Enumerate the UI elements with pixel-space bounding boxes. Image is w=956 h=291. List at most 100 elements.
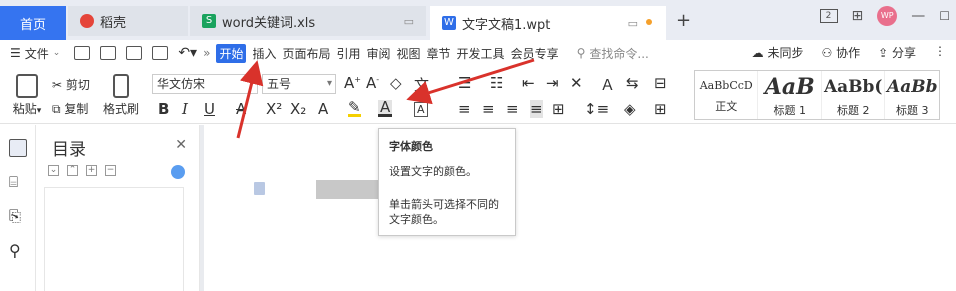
text-effect-icon[interactable]: A — [318, 100, 328, 118]
shading-icon[interactable]: ◈ — [624, 100, 636, 118]
add-icon[interactable]: + — [86, 165, 97, 176]
print-icon[interactable] — [126, 46, 143, 60]
paste-button[interactable]: 粘贴▾ — [10, 74, 44, 117]
menu-right-group: ☁ 未同步 ⚇ 协作 ⇪ 分享 ⋮ — [752, 44, 946, 61]
tab-wpt-active[interactable]: W 文字文稿1.wpt ▭ — [430, 6, 666, 40]
copy-button[interactable]: ⧉ 复制 — [52, 100, 88, 117]
bookmark-icon[interactable]: ⎘ — [9, 207, 27, 225]
tab-xls[interactable]: S word关键词.xls ▭ — [190, 6, 426, 36]
increase-indent-icon[interactable]: ⇥ — [546, 74, 559, 92]
window-controls: 2 ⊞ WP — ☐ — [819, 6, 956, 26]
more-icon[interactable]: » — [203, 46, 210, 60]
align-right-icon[interactable]: ≡ — [506, 100, 519, 118]
vertical-scrollbar[interactable] — [934, 125, 956, 291]
menu-tab-references[interactable]: 引用 — [336, 45, 360, 62]
collapse-icon[interactable]: ⌃ — [67, 165, 78, 176]
strikethrough-icon[interactable]: A — [236, 100, 246, 118]
bold-icon[interactable]: B — [158, 100, 169, 118]
highlight-icon[interactable]: ✎ — [348, 100, 361, 117]
menu-tab-vip[interactable]: 会员专享 — [511, 45, 559, 62]
chinese-layout-icon[interactable]: ✕ — [570, 74, 583, 92]
print-preview-icon[interactable] — [152, 46, 169, 60]
scissors-icon: ✂ — [52, 78, 63, 92]
menu-tab-developer[interactable]: 开发工具 — [457, 45, 505, 62]
paste-label: 粘贴 — [12, 102, 37, 116]
command-search[interactable]: ⚲ 查找命令... — [577, 45, 649, 62]
font-name-select[interactable]: 华文仿宋 — [152, 74, 258, 94]
chapter-icon[interactable]: ⌸ — [9, 173, 27, 191]
collab-button[interactable]: ⚇ 协作 — [822, 44, 861, 61]
outline-icon[interactable] — [9, 139, 27, 157]
cut-button[interactable]: ✂ 剪切 — [52, 76, 90, 93]
menu-tab-view[interactable]: 视图 — [397, 45, 421, 62]
new-tab-button[interactable]: + — [676, 10, 691, 31]
avatar[interactable]: WP — [877, 6, 898, 26]
style-heading-2[interactable]: AaBb( 标题 2 — [822, 71, 886, 119]
maximize-icon[interactable]: ☐ — [939, 9, 950, 23]
phonetic-icon[interactable]: 文 — [414, 74, 429, 95]
share-button[interactable]: ⇪ 分享 — [878, 44, 916, 61]
superscript-icon[interactable]: X² — [266, 100, 282, 118]
text-direction-icon[interactable]: ⇆ — [626, 74, 639, 92]
sync-button[interactable]: ☁ 未同步 — [752, 44, 804, 61]
decrease-indent-icon[interactable]: ⇤ — [522, 74, 535, 92]
numbered-list-icon[interactable]: ☷ — [490, 74, 503, 92]
style-normal[interactable]: AaBbCcD 正文 — [695, 71, 759, 119]
tooltip-title: 字体颜色 — [389, 140, 433, 153]
font-color-icon[interactable]: A — [378, 100, 393, 117]
borders-icon[interactable]: ⊞ — [654, 100, 667, 118]
minimize-icon[interactable]: — — [911, 8, 925, 24]
underline-icon[interactable]: U — [204, 100, 215, 118]
align-center-icon[interactable]: ≡ — [482, 100, 495, 118]
char-border-icon[interactable]: A — [414, 102, 428, 117]
ruler-icon[interactable]: ⊟ — [654, 74, 667, 92]
tab-daoke[interactable]: 稻壳 — [68, 6, 188, 36]
smart-toc-icon[interactable] — [171, 165, 185, 179]
grow-font-icon[interactable]: A+ — [344, 74, 361, 92]
style-heading-1[interactable]: AaB 标题 1 — [758, 71, 822, 119]
tab-daoke-label: 稻壳 — [100, 15, 127, 31]
paste-icon — [16, 74, 38, 98]
expand-icon[interactable]: ⌄ — [48, 165, 59, 176]
justify-icon[interactable]: ≡ — [530, 100, 543, 118]
search-icon[interactable]: ⚲ — [9, 241, 27, 260]
file-menu[interactable]: ☰ 文件 ⌄ — [10, 45, 60, 62]
shrink-font-icon[interactable]: A- — [366, 74, 379, 92]
tab-home[interactable]: 首页 — [0, 6, 66, 40]
layout-icon[interactable]: 2 — [819, 9, 838, 23]
save-icon[interactable] — [74, 46, 91, 60]
undo-icon[interactable]: ↶▾ — [178, 45, 197, 61]
distribute-icon[interactable]: ⊞ — [552, 100, 565, 118]
menu-tab-chapter[interactable]: 章节 — [427, 45, 451, 62]
line-spacing-icon[interactable]: ↕≡ — [584, 100, 609, 118]
menu-tab-start[interactable]: 开始 — [216, 43, 247, 63]
style-sample: AaBb — [887, 77, 938, 97]
menu-tab-review[interactable]: 审阅 — [367, 45, 391, 62]
ruby-icon[interactable]: Ａ — [600, 74, 615, 95]
paragraph-handle-icon[interactable] — [254, 182, 265, 195]
menu-tab-insert[interactable]: 插入 — [252, 45, 276, 62]
selected-text-placeholder[interactable] — [316, 180, 382, 199]
style-heading-3[interactable]: AaBb 标题 3 — [885, 71, 939, 119]
close-icon[interactable]: ✕ — [175, 137, 187, 153]
export-icon[interactable] — [100, 46, 117, 60]
more-vertical-icon[interactable]: ⋮ — [934, 44, 946, 61]
bullet-list-icon[interactable]: ☰ — [458, 74, 471, 92]
tab-xls-label: word关键词.xls — [222, 15, 316, 31]
font-size-select[interactable]: 五号 — [262, 74, 336, 94]
daoke-icon — [80, 14, 94, 28]
align-left-icon[interactable]: ≡ — [458, 100, 471, 118]
copy-label: 复制 — [64, 102, 89, 116]
share-label: 分享 — [891, 46, 916, 60]
subscript-icon[interactable]: X₂ — [290, 100, 306, 118]
menu-tab-layout[interactable]: 页面布局 — [282, 45, 330, 62]
hamburger-icon: ☰ — [10, 46, 21, 60]
remove-icon[interactable]: − — [105, 165, 116, 176]
clear-format-icon[interactable]: ◇ — [390, 74, 402, 92]
italic-icon[interactable]: I — [182, 100, 188, 118]
grid-icon[interactable]: ⊞ — [852, 8, 864, 24]
file-menu-label: 文件 — [24, 46, 49, 61]
tooltip-description: 设置文字的颜色。 — [389, 165, 477, 178]
format-painter-button[interactable]: 格式刷 — [102, 74, 140, 117]
document-page[interactable] — [204, 125, 934, 291]
